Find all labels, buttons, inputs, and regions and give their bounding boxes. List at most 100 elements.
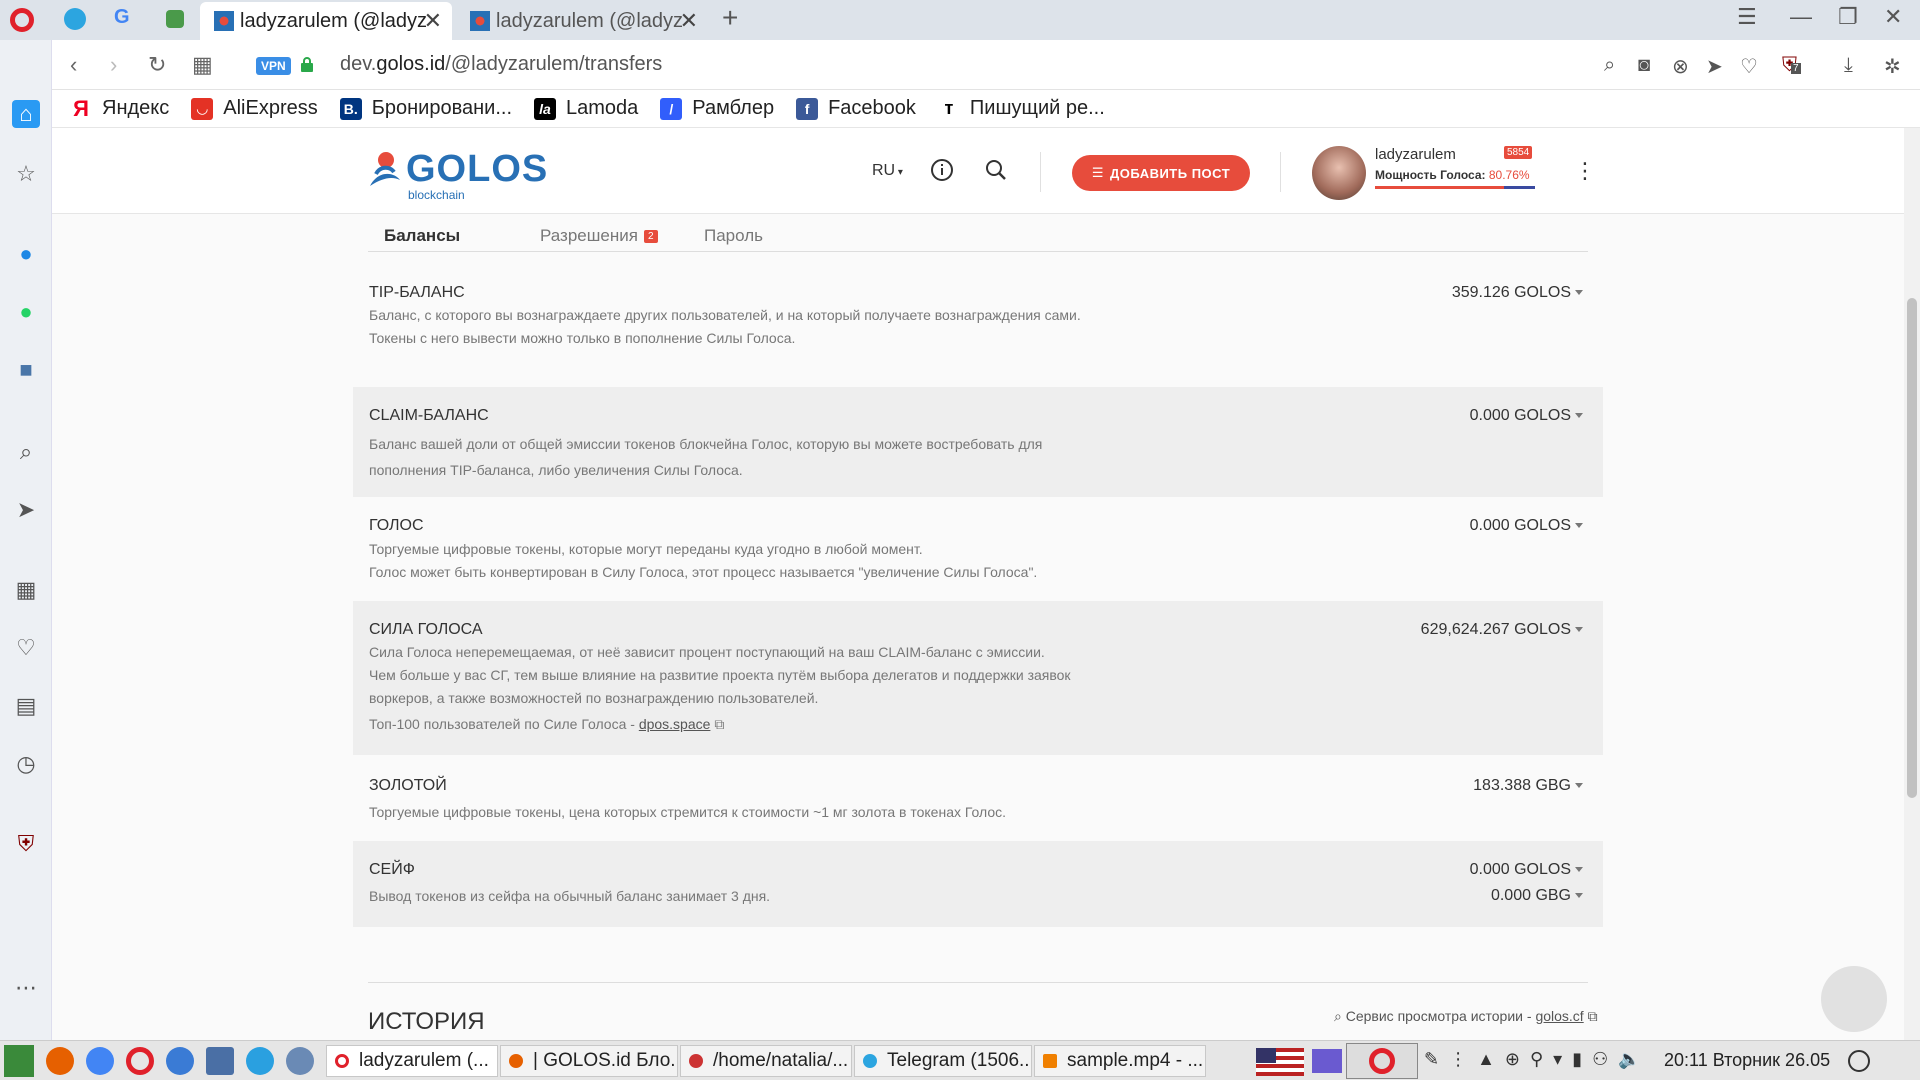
taskbar-task-vlc[interactable]: sample.mp4 - ... [1034, 1045, 1206, 1077]
page-search-icon[interactable]: ⌕ [1604, 54, 1615, 77]
golos-logo[interactable]: GOLOS blockchain [368, 148, 548, 202]
more-icon[interactable]: ⋯ [12, 974, 40, 1002]
taskbar-task-golos[interactable]: | GOLOS.id Бло... [500, 1045, 678, 1077]
taskbar-task-files[interactable]: /home/natalia/... [680, 1045, 852, 1077]
dpos-space-link[interactable]: dpos.space [639, 716, 711, 732]
more-menu-icon[interactable]: ⋮ [1574, 158, 1596, 184]
tab-second[interactable]: ladyzarulem (@ladyz ✕ [456, 2, 708, 40]
minimize-icon[interactable]: — [1790, 4, 1812, 30]
golos-cf-link[interactable]: golos.cf [1535, 1008, 1583, 1024]
avatar[interactable] [1312, 146, 1366, 200]
opera-menu-icon[interactable] [10, 8, 34, 32]
balance-value-dropdown[interactable]: 0.000 GOLOS [1470, 861, 1583, 879]
opera-icon[interactable] [126, 1047, 154, 1075]
voting-power-fill [1375, 186, 1505, 189]
tab-active[interactable]: ladyzarulem (@ladyz ✕ [200, 2, 452, 40]
add-post-button[interactable]: ☰ ДОБАВИТЬ ПОСТ [1072, 155, 1250, 191]
snapshot-icon[interactable]: ◙ [1638, 54, 1650, 77]
tab-password[interactable]: Пароль [704, 226, 763, 246]
balance-value-dropdown[interactable]: 183.388 GBG [1473, 777, 1583, 795]
settings-icon[interactable] [286, 1047, 314, 1075]
messenger-icon[interactable]: ● [12, 240, 40, 268]
restore-icon[interactable]: ❐ [1838, 4, 1858, 30]
golos-logo-mark [370, 151, 400, 186]
globe-icon[interactable] [166, 1047, 194, 1075]
search-icon: ⌕ [1334, 1008, 1342, 1024]
firefox-icon[interactable] [46, 1047, 74, 1075]
file-manager-icon[interactable] [206, 1047, 234, 1075]
bookmark-rambler[interactable]: / Рамблер [660, 97, 774, 120]
forward-icon[interactable]: › [110, 52, 117, 78]
aliexpress-icon: ◡ [191, 97, 214, 120]
download-icon[interactable]: ⤓ [1844, 54, 1853, 77]
bookmark-tpublisher[interactable]: т Пишущий ре... [938, 97, 1105, 120]
apps-icon[interactable]: ▦ [12, 576, 40, 604]
send-icon[interactable]: ➤ [12, 496, 40, 524]
vk-tab-icon[interactable] [166, 10, 184, 28]
reload-icon[interactable]: ↻ [148, 52, 166, 78]
close-tab-icon[interactable]: ✕ [680, 8, 698, 34]
bookmark-aliexpress[interactable]: ◡ AliExpress [191, 97, 318, 120]
start-menu-icon[interactable] [4, 1045, 34, 1077]
taskbar-task-opera[interactable]: ladyzarulem (... [326, 1045, 498, 1077]
favorite-icon[interactable]: ♡ [1740, 54, 1758, 79]
whatsapp-icon[interactable]: ● [12, 298, 40, 326]
vpn-badge[interactable]: VPN [256, 57, 291, 75]
tab-menu-icon[interactable]: ☰ [1737, 4, 1757, 30]
google-tab-icon[interactable]: G [114, 6, 130, 29]
bookmark-lamoda[interactable]: la Lamoda [534, 97, 638, 120]
ublock-extension-icon[interactable]: ⛨7 [1782, 54, 1801, 77]
vlc-icon [1043, 1054, 1057, 1068]
system-tray-icons[interactable]: ✎⋮▲⊕⚲▾▮⚇🔈 [1424, 1049, 1651, 1070]
workspace-switcher[interactable] [1312, 1049, 1342, 1073]
clock[interactable]: 20:11 Вторник 26.05 [1664, 1050, 1830, 1071]
balance-value-dropdown-gbg[interactable]: 0.000 GBG [1491, 887, 1583, 905]
search-icon[interactable] [984, 158, 1008, 182]
balance-row-golos-power: СИЛА ГОЛОСА Сила Голоса неперемещаемая, … [353, 601, 1603, 755]
home-icon[interactable]: ⌂ [12, 100, 40, 128]
power-icon[interactable] [1848, 1050, 1870, 1072]
speed-dial-icon[interactable]: ▦ [192, 52, 213, 78]
opera-tray-icon[interactable] [1346, 1043, 1418, 1079]
close-tab-icon[interactable]: ✕ [424, 8, 442, 34]
easy-setup-icon[interactable]: ✲ [1884, 54, 1901, 79]
balance-value-dropdown[interactable]: 359.126 GOLOS [1452, 284, 1583, 302]
url-field[interactable]: dev.golos.id/@ladyzarulem/transfers [340, 53, 662, 76]
language-select[interactable]: RU ▾ [872, 162, 903, 180]
new-tab-icon[interactable]: + [722, 2, 738, 34]
history-icon[interactable]: ◷ [12, 750, 40, 778]
news-icon[interactable]: ▤ [12, 692, 40, 720]
bookmark-yandex[interactable]: Я Яндекс [70, 96, 169, 121]
tab-balances[interactable]: Балансы [384, 226, 460, 246]
tab-permissions[interactable]: Разрешения 2 [540, 226, 658, 246]
balance-row-gold: ЗОЛОТОЙ Торгуемые цифровые токены, цена … [353, 755, 1603, 841]
balance-description: Торгуемые цифровые токены, которые могут… [369, 541, 1038, 580]
balance-value-dropdown[interactable]: 0.000 GOLOS [1470, 407, 1583, 425]
bookmark-facebook[interactable]: f Facebook [796, 97, 916, 120]
bookmark-booking[interactable]: B. Бронировани... [339, 97, 512, 120]
tpublisher-icon: т [944, 98, 954, 118]
vk-icon[interactable]: ■ [12, 356, 40, 384]
chromium-icon[interactable] [86, 1047, 114, 1075]
ublock-icon[interactable]: ⛨ [12, 830, 40, 858]
balance-value-dropdown[interactable]: 0.000 GOLOS [1470, 517, 1583, 535]
scrollbar[interactable] [1904, 128, 1920, 1040]
bookmarks-icon[interactable]: ☆ [12, 160, 40, 188]
heart-icon[interactable]: ♡ [12, 634, 40, 662]
send-to-icon[interactable]: ➤ [1706, 54, 1723, 79]
balance-value-dropdown[interactable]: 629,624.267 GOLOS [1421, 621, 1583, 639]
search-icon[interactable]: ⌕ [12, 438, 40, 466]
qbittorrent-icon[interactable] [246, 1047, 274, 1075]
block-icon[interactable]: ⊗ [1672, 54, 1689, 79]
username[interactable]: ladyzarulem [1375, 146, 1456, 163]
balance-row-safe: СЕЙФ Вывод токенов из сейфа на обычный б… [353, 841, 1603, 927]
telegram-tab-icon[interactable] [64, 8, 86, 30]
lock-icon[interactable] [300, 56, 314, 72]
info-icon[interactable] [930, 158, 954, 182]
back-icon[interactable]: ‹ [70, 52, 77, 78]
close-window-icon[interactable]: ✕ [1884, 4, 1902, 30]
scroll-to-top-button[interactable] [1821, 966, 1887, 1032]
taskbar-task-telegram[interactable]: Telegram (1506... [854, 1045, 1032, 1077]
keyboard-layout-flag[interactable] [1256, 1048, 1304, 1076]
scrollbar-thumb[interactable] [1907, 298, 1917, 798]
